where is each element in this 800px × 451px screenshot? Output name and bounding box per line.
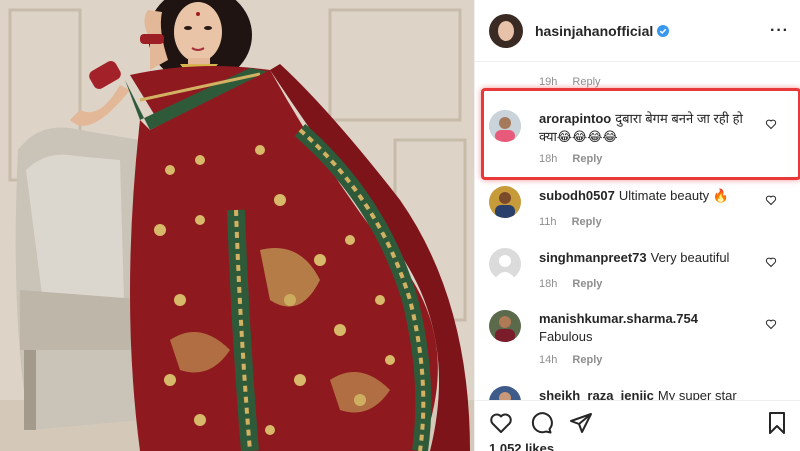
reply-button[interactable]: Reply	[572, 216, 602, 228]
reply-button[interactable]: Reply	[572, 354, 602, 366]
comment-time: 18h	[539, 278, 558, 290]
reply-button[interactable]: Reply	[572, 278, 602, 290]
comment-like-icon[interactable]	[765, 256, 777, 268]
commenter-avatar[interactable]	[489, 310, 521, 342]
comment-time: 11h	[539, 216, 557, 228]
likes-count[interactable]: 1,052 likes	[489, 441, 554, 451]
author-username[interactable]: hasinjahanofficial	[535, 23, 653, 39]
comment-text: My super star	[657, 388, 737, 400]
comment-username[interactable]: manishkumar.sharma.754	[539, 311, 698, 326]
comment-bubble-icon[interactable]	[529, 411, 553, 435]
comment-username[interactable]: subodh0507	[539, 188, 615, 203]
comment-meta: 18h Reply	[539, 278, 614, 290]
verified-badge-icon	[657, 24, 670, 37]
post-side-panel: hasinjahanofficial ··· 19h Reply arorapi…	[474, 0, 800, 451]
previous-comment-meta: 19h Reply	[539, 76, 613, 88]
commenter-avatar[interactable]	[489, 386, 521, 400]
comment-highlight-box	[481, 88, 800, 180]
comment-body: manishkumar.sharma.754 Fabulous	[539, 310, 763, 346]
comment-like-icon[interactable]	[765, 194, 777, 206]
comment-time: 19h	[539, 76, 558, 88]
comment-time: 14h	[539, 354, 558, 366]
avatar-photo	[489, 310, 521, 342]
comment-body: sheikh_raza_jeniic My super star	[539, 387, 763, 400]
heart-outline-icon[interactable]	[489, 411, 513, 435]
post-image[interactable]	[0, 0, 474, 451]
author-avatar[interactable]	[489, 13, 523, 48]
comment-username[interactable]: singhmanpreet73	[539, 250, 647, 265]
comment-body: subodh0507 Ultimate beauty 🔥	[539, 187, 763, 205]
bookmark-icon[interactable]	[765, 411, 789, 435]
comment-text: Ultimate beauty 🔥	[618, 188, 729, 203]
reply-button[interactable]: Reply	[572, 76, 600, 88]
commenter-avatar[interactable]	[489, 186, 521, 218]
more-options-icon[interactable]: ···	[770, 22, 789, 40]
avatar-photo	[489, 186, 521, 218]
comment-meta: 14h Reply	[539, 354, 614, 366]
comment-username[interactable]: sheikh_raza_jeniic	[539, 388, 654, 400]
comment-like-icon[interactable]	[765, 318, 777, 330]
post-image-illustration	[0, 0, 474, 451]
avatar-photo	[489, 386, 521, 400]
comment-text: Very beautiful	[650, 250, 730, 265]
comment-meta: 11h Reply	[539, 216, 614, 228]
default-avatar-icon	[489, 248, 521, 280]
comment-body: singhmanpreet73 Very beautiful	[539, 249, 763, 267]
commenter-avatar[interactable]	[489, 248, 521, 280]
post-header: hasinjahanofficial ···	[475, 0, 800, 62]
comment-text: Fabulous	[539, 329, 593, 344]
post-actions-bar: 1,052 likes	[475, 400, 800, 451]
paper-plane-icon[interactable]	[569, 411, 593, 435]
